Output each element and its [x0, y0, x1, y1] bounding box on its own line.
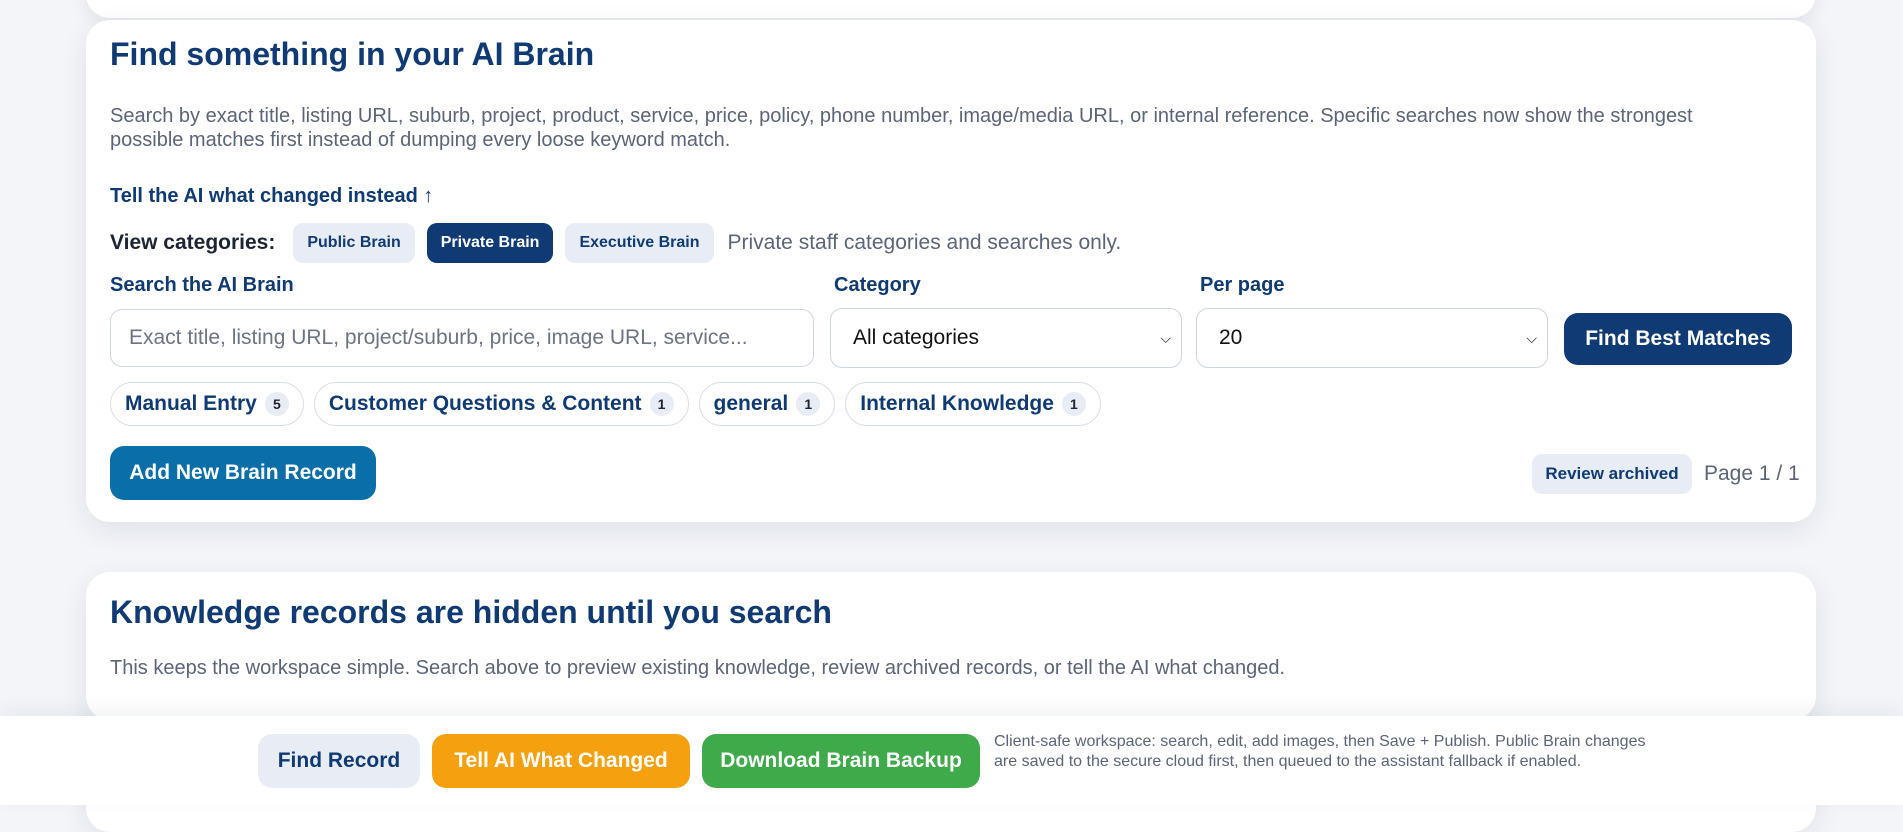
tell-ai-what-changed-button[interactable]: Tell AI What Changed — [432, 734, 690, 788]
chip-manual-entry[interactable]: Manual Entry 5 — [110, 382, 304, 426]
chip-label: Customer Questions & Content — [328, 392, 642, 415]
per-page-select[interactable]: 20 ⌵ — [1196, 308, 1548, 368]
chip-label: Manual Entry — [125, 392, 257, 415]
chip-customer-questions-content[interactable]: Customer Questions & Content 1 — [313, 382, 689, 426]
category-chips: Manual Entry 5 Customer Questions & Cont… — [110, 382, 1101, 426]
find-best-matches-button[interactable]: Find Best Matches — [1564, 313, 1792, 365]
chip-count-badge: 1 — [1061, 392, 1086, 416]
search-panel-description: Search by exact title, listing URL, subu… — [110, 105, 1693, 151]
tell-ai-link[interactable]: Tell the AI what changed instead ↑ — [110, 185, 433, 208]
page-indicator: Page 1 / 1 — [1704, 462, 1800, 485]
chevron-down-icon: ⌵ — [1526, 329, 1537, 346]
chip-label: Internal Knowledge — [860, 392, 1054, 415]
view-executive-brain-button[interactable]: Executive Brain — [565, 223, 714, 263]
view-public-brain-button[interactable]: Public Brain — [293, 223, 415, 263]
previous-card-edge — [86, 0, 1816, 18]
view-categories-label: View categories: — [110, 231, 276, 254]
add-new-brain-record-button[interactable]: Add New Brain Record — [110, 446, 376, 500]
chip-internal-knowledge[interactable]: Internal Knowledge 1 — [845, 382, 1101, 426]
per-page-label: Per page — [1200, 274, 1285, 296]
download-brain-backup-button[interactable]: Download Brain Backup — [702, 734, 980, 788]
chevron-down-icon: ⌵ — [1160, 329, 1171, 346]
search-label: Search the AI Brain — [110, 274, 294, 296]
bottom-action-bar: Find Record Tell AI What Changed Downloa… — [0, 716, 1903, 805]
category-select-value: All categories — [853, 326, 980, 349]
empty-state-title: Knowledge records are hidden until you s… — [110, 594, 832, 630]
empty-state-description: This keeps the workspace simple. Search … — [110, 657, 1286, 679]
view-categories-row: View categories: Public Brain Private Br… — [110, 223, 1121, 263]
search-input[interactable] — [110, 309, 814, 367]
chip-count-badge: 1 — [649, 392, 674, 416]
workspace-note: Client-safe workspace: search, edit, add… — [994, 733, 1646, 770]
search-panel: Find something in your AI Brain Search b… — [86, 20, 1816, 522]
search-panel-title: Find something in your AI Brain — [110, 36, 595, 72]
chip-general[interactable]: general 1 — [698, 382, 836, 426]
find-record-button[interactable]: Find Record — [258, 734, 420, 788]
category-select[interactable]: All categories ⌵ — [830, 308, 1182, 368]
chip-label: general — [713, 392, 789, 415]
category-label: Category — [834, 274, 921, 296]
empty-state-panel: Knowledge records are hidden until you s… — [86, 572, 1816, 720]
per-page-select-value: 20 — [1219, 326, 1243, 349]
chip-count-badge: 1 — [796, 392, 821, 416]
review-archived-button[interactable]: Review archived — [1532, 454, 1692, 494]
chip-count-badge: 5 — [264, 392, 289, 416]
view-hint: Private staff categories and searches on… — [727, 231, 1122, 254]
view-private-brain-button[interactable]: Private Brain — [426, 223, 554, 263]
